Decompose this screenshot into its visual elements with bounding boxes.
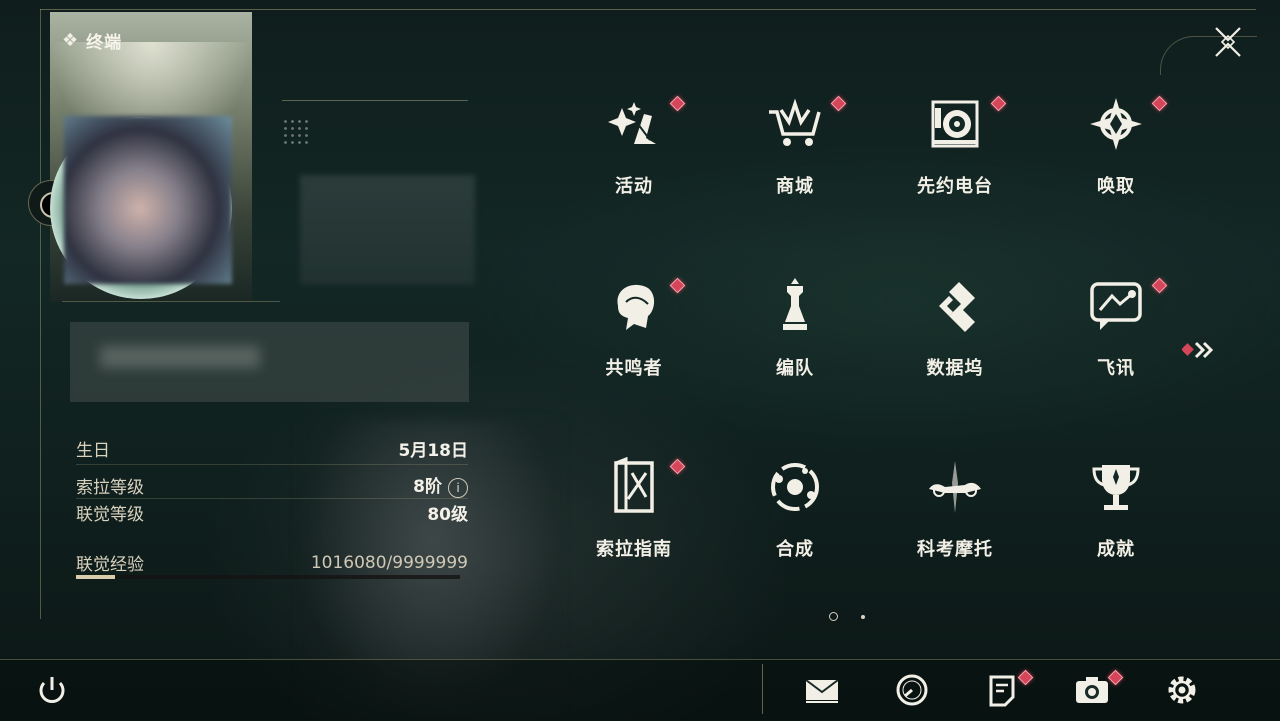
power-icon: [39, 677, 65, 703]
notification-badge: [990, 95, 1007, 112]
menu-item-12[interactable]: 成就: [1036, 445, 1196, 585]
divider: [62, 301, 280, 302]
message-bubble-icon: [1086, 276, 1146, 336]
menu-item-4[interactable]: 唤取: [1036, 82, 1196, 222]
notification-badge: [1151, 95, 1168, 112]
stat-label: 联觉等级: [76, 505, 144, 525]
menu-item-1[interactable]: 活动: [554, 82, 714, 222]
terminal-title: ❖ 终端: [62, 28, 122, 53]
notice-button[interactable]: [980, 669, 1034, 710]
notification-badge: [669, 458, 686, 475]
menu-item-5[interactable]: 共鸣者: [554, 264, 714, 404]
stat-sola-level: 索拉等级 8阶 i: [76, 472, 468, 498]
menu-item-3[interactable]: 先约电台: [875, 82, 1035, 222]
divider: [76, 464, 468, 465]
menu-item-label: 活动: [615, 176, 653, 197]
menu-item-label: 商城: [776, 176, 814, 197]
frame-left-line: [40, 9, 41, 619]
power-button[interactable]: [30, 670, 74, 710]
menu-item-label: 唤取: [1097, 176, 1135, 197]
blurred-signature-panel[interactable]: [70, 322, 469, 402]
stat-value-wrap: 8阶 i: [413, 472, 468, 498]
divider: [762, 664, 763, 714]
stat-label: 生日: [76, 441, 110, 461]
menu-item-label: 科考摩托: [917, 539, 993, 560]
trophy-icon: [1086, 457, 1146, 517]
menu-item-label: 数据坞: [926, 358, 984, 379]
stat-value: 8阶: [413, 477, 442, 497]
resonator-portrait-icon: [604, 276, 664, 336]
clock-icon: [896, 674, 928, 706]
xp-progress-track: [76, 575, 460, 579]
frame-top-line: [40, 9, 1256, 10]
stat-value: 5月18日: [398, 441, 469, 461]
stat-union-level: 联觉等级 80级: [76, 500, 468, 525]
sparkle-icon: [604, 94, 664, 154]
camera-icon: [1076, 677, 1108, 703]
radio-icon: [925, 94, 985, 154]
menu-item-11[interactable]: 科考摩托: [875, 445, 1035, 585]
close-icon: [1215, 27, 1241, 57]
info-icon[interactable]: i: [448, 478, 468, 498]
mail-button[interactable]: [800, 670, 844, 710]
menu-item-8[interactable]: 飞讯: [1036, 264, 1196, 404]
settings-button[interactable]: [1160, 670, 1204, 710]
guide-book-icon: [604, 456, 664, 517]
notice-icon: [989, 675, 1015, 707]
divider: [282, 100, 468, 101]
menu-item-label: 合成: [776, 539, 814, 560]
stat-value: 1016080/9999999: [310, 552, 468, 573]
synthesis-icon: [765, 457, 825, 517]
terminal-diamond-icon: ❖: [62, 30, 79, 51]
next-page-button[interactable]: [1181, 338, 1222, 362]
pager-dot-active[interactable]: [829, 612, 838, 621]
menu-item-label: 共鸣者: [605, 358, 663, 379]
menu-item-2[interactable]: 商城: [715, 82, 875, 222]
notification-badge: [1151, 277, 1168, 294]
avatar[interactable]: [64, 116, 232, 284]
data-dock-icon: [925, 276, 985, 336]
xp-progress-fill: [76, 575, 115, 579]
menu-item-label: 先约电台: [917, 176, 993, 197]
pager-dot[interactable]: [861, 615, 865, 619]
blurred-name-panel: [300, 175, 475, 285]
camera-button[interactable]: [1070, 669, 1124, 710]
double-chevron-right-icon: [1181, 341, 1214, 359]
menu-item-label: 飞讯: [1097, 358, 1135, 379]
menu-item-7[interactable]: 数据坞: [875, 264, 1035, 404]
menu-item-label: 编队: [776, 358, 814, 379]
menu-item-label: 索拉指南: [596, 539, 672, 560]
motorcycle-icon: [925, 457, 985, 517]
menu-item-label: 成就: [1097, 539, 1135, 560]
stat-value: 80级: [427, 505, 468, 525]
stat-label: 索拉等级: [76, 477, 144, 498]
page-title: 终端: [86, 33, 123, 53]
notification-badge: [669, 277, 686, 294]
chess-team-icon: [765, 276, 825, 336]
menu-item-6[interactable]: 编队: [715, 264, 875, 404]
stat-birthday: 生日 5月18日: [76, 436, 468, 461]
dot-grid-decoration: [282, 118, 310, 146]
clock-button[interactable]: [890, 670, 934, 710]
notification-badge: [669, 95, 686, 112]
shop-cart-icon: [765, 94, 825, 154]
settings-gear-icon: [1168, 676, 1196, 704]
mail-icon: [805, 679, 839, 703]
notification-badge: [830, 95, 847, 112]
stat-label: 联觉经验: [76, 555, 144, 575]
menu-item-10[interactable]: 合成: [715, 445, 875, 585]
close-button[interactable]: [1208, 24, 1248, 60]
divider: [76, 498, 468, 499]
summon-star-icon: [1086, 94, 1146, 154]
menu-item-9[interactable]: 索拉指南: [554, 445, 714, 585]
stat-union-xp: 联觉经验 1016080/9999999: [76, 550, 468, 576]
